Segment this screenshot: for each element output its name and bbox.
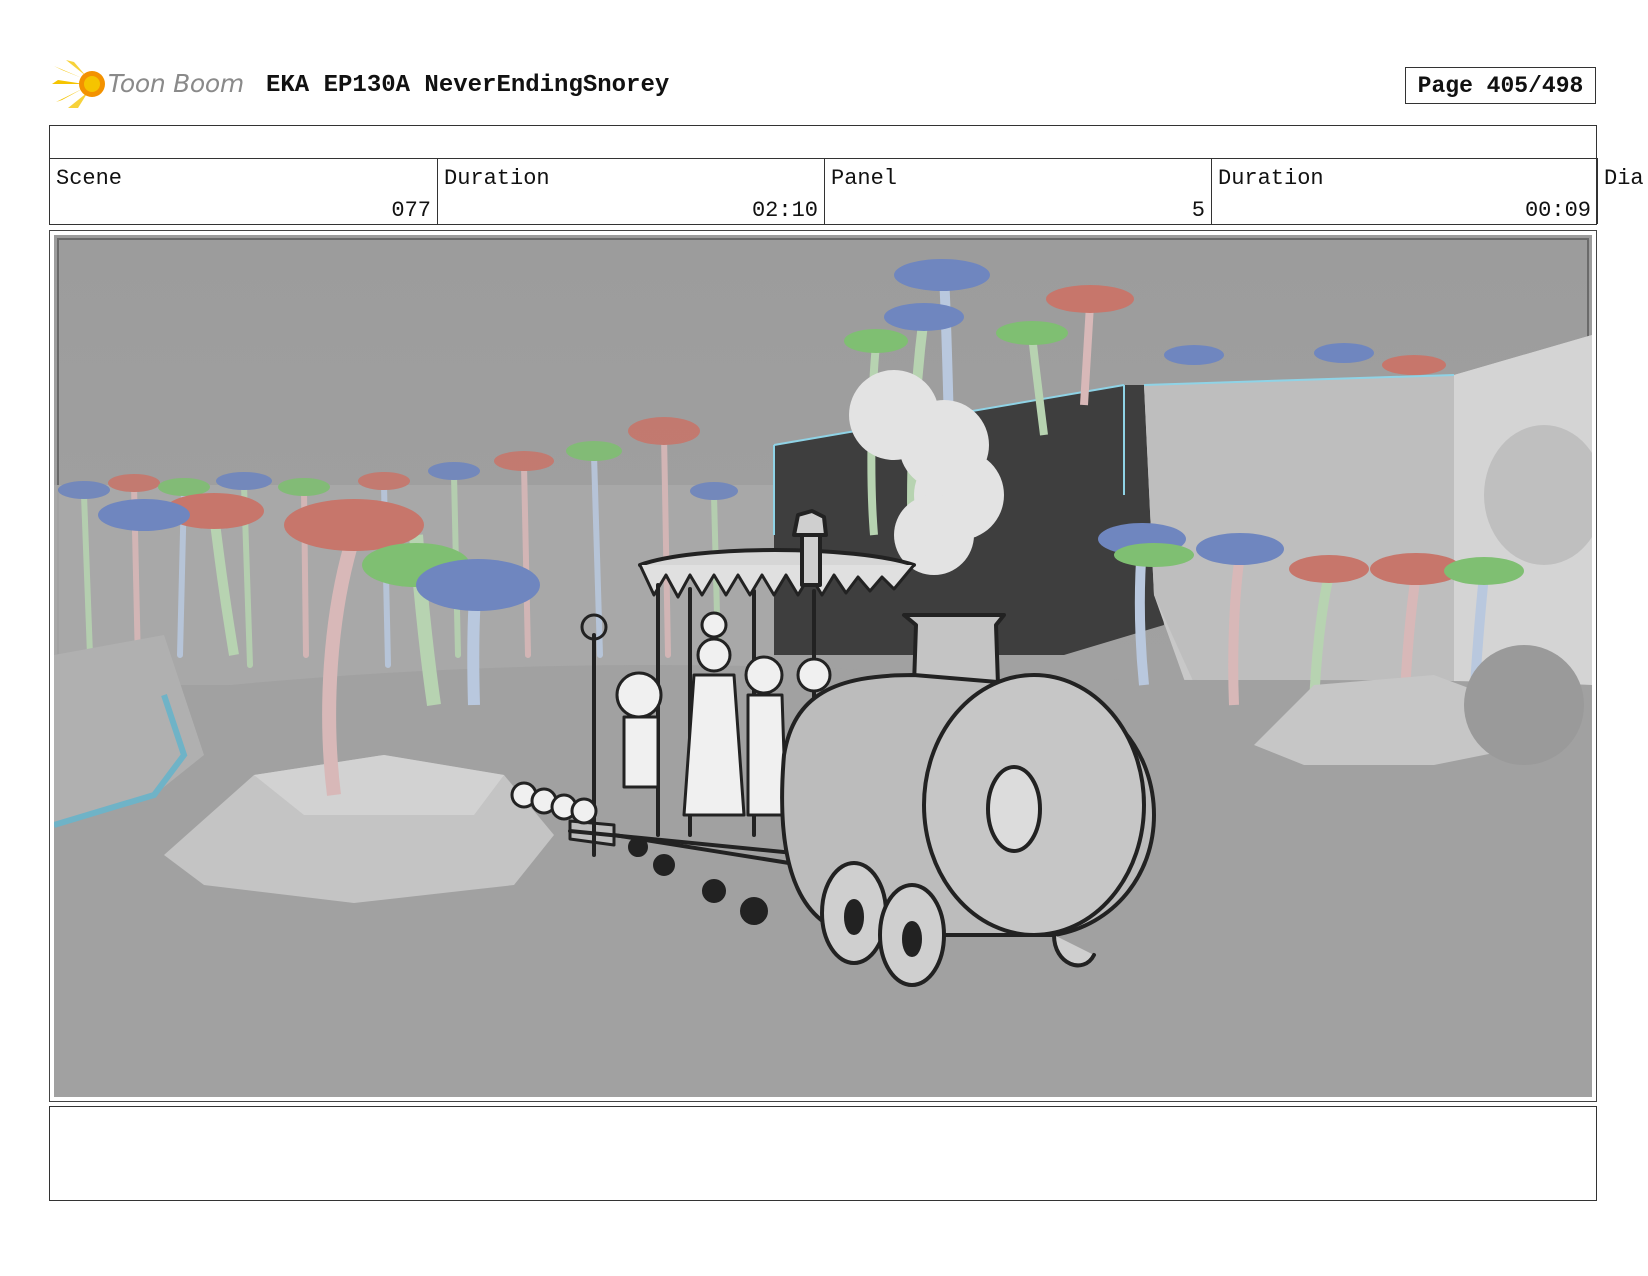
toon-boom-logo: Toon Boom bbox=[52, 56, 252, 116]
logo-wordmark: Toon Boom bbox=[108, 69, 244, 98]
panel-info-row: Scene 077 Duration 02:10 Panel 5 Duratio… bbox=[49, 158, 1598, 225]
panel-duration-cell: Duration 00:09 bbox=[1211, 158, 1598, 224]
panel-value: 5 bbox=[1191, 198, 1205, 223]
scene-duration-cell: Duration 02:10 bbox=[437, 158, 824, 224]
toon-boom-comet-icon bbox=[52, 60, 105, 108]
scene-value: 077 bbox=[391, 198, 431, 223]
blank-header-bar bbox=[49, 125, 1597, 159]
panel-label: Panel bbox=[831, 166, 898, 191]
panel-duration-label: Duration bbox=[1218, 166, 1324, 191]
project-title: EKA EP130A NeverEndingSnorey bbox=[266, 72, 670, 99]
notes-box bbox=[49, 1106, 1597, 1201]
dialogue-label-cut: Dia bbox=[1604, 166, 1644, 191]
scene-duration-value: 02:10 bbox=[751, 198, 818, 223]
page-number-box: Page 405/498 bbox=[1405, 67, 1596, 104]
scene-duration-label: Duration bbox=[444, 166, 550, 191]
storyboard-frame bbox=[49, 230, 1597, 1102]
storyboard-image bbox=[54, 235, 1592, 1097]
jungle-train-scene bbox=[54, 235, 1592, 1097]
scene-cell: Scene 077 bbox=[50, 158, 437, 224]
panel-duration-value: 00:09 bbox=[1524, 198, 1591, 223]
panel-cell: Panel 5 bbox=[824, 158, 1211, 224]
scene-label: Scene bbox=[56, 166, 123, 191]
